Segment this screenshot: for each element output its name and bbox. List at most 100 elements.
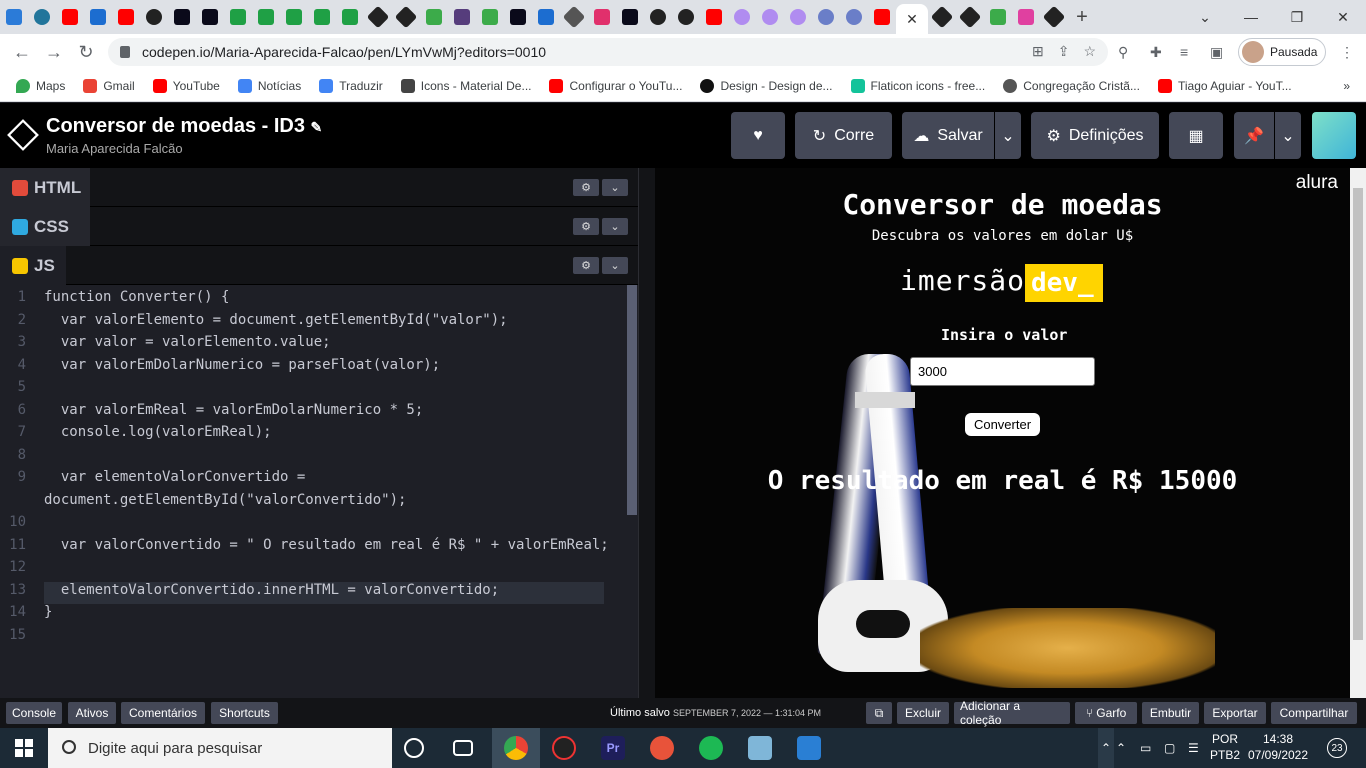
recorder-icon[interactable] (552, 736, 576, 760)
profile-button[interactable]: Pausada (1238, 38, 1326, 66)
tab-favicon[interactable] (504, 0, 532, 34)
pen-author[interactable]: Maria Aparecida Falcão (46, 141, 183, 156)
tab-favicon[interactable] (56, 0, 84, 34)
display-icon[interactable]: ▢ (1164, 728, 1175, 768)
bookmark-item[interactable]: Congregação Cristã... (1003, 78, 1140, 93)
tab-favicon[interactable] (784, 0, 812, 34)
pane-resize-handle[interactable] (638, 168, 655, 698)
minimize-icon[interactable]: — (1228, 0, 1274, 34)
tab-favicon[interactable] (364, 0, 392, 34)
layout-button[interactable]: ▦ (1169, 112, 1223, 159)
wifi-icon[interactable]: ☰ (1188, 728, 1199, 768)
assets-button[interactable]: Ativos (68, 702, 116, 724)
premiere-icon[interactable]: Pr (601, 736, 625, 760)
valor-input[interactable]: 3000 (910, 357, 1095, 386)
shortcuts-button[interactable]: Shortcuts (211, 702, 278, 724)
tab-favicon[interactable] (224, 0, 252, 34)
tab-favicon[interactable] (168, 0, 196, 34)
heart-button[interactable]: ♥ (731, 112, 785, 159)
tab-favicon[interactable] (420, 0, 448, 34)
battery-icon[interactable]: ▭ (1140, 728, 1151, 768)
tab-favicon[interactable] (560, 0, 588, 34)
tab-favicon[interactable] (532, 0, 560, 34)
puzzle-icon[interactable]: ✚ (1150, 44, 1162, 61)
pin-dropdown-button[interactable]: ⌄ (1275, 112, 1301, 159)
scrollbar-thumb[interactable] (1353, 188, 1363, 640)
css-settings-gear-icon[interactable]: ⚙ (573, 218, 599, 235)
settings-button[interactable]: ⚙ Definições (1031, 112, 1159, 159)
maximize-icon[interactable]: ❐ (1274, 0, 1320, 34)
codepen-logo-icon[interactable] (7, 119, 39, 151)
comments-button[interactable]: Comentários (121, 702, 205, 724)
media-queue-icon[interactable]: ≡ (1180, 44, 1188, 60)
tab-favicon[interactable] (448, 0, 476, 34)
url-field[interactable]: codepen.io/Maria-Aparecida-Falcao/pen/LY… (108, 38, 1108, 66)
tab-favicon[interactable] (728, 0, 756, 34)
tab-favicon[interactable] (84, 0, 112, 34)
fork-button[interactable]: ⑂ Garfo (1075, 702, 1137, 724)
bookmark-item[interactable]: Flaticon icons - free... (850, 78, 985, 93)
tab-favicon[interactable] (336, 0, 364, 34)
editor-scrollbar[interactable] (627, 285, 637, 515)
tab-favicon[interactable] (0, 0, 28, 34)
side-panel-icon[interactable]: ▣ (1210, 44, 1223, 61)
save-dropdown-button[interactable]: ⌄ (995, 112, 1021, 159)
tab-favicon[interactable] (812, 0, 840, 34)
menu-kebab-icon[interactable]: ⋮ (1340, 44, 1354, 61)
more-bookmarks-icon[interactable]: » (1343, 79, 1350, 93)
console-button[interactable]: Console (6, 702, 62, 724)
bookmark-star-icon[interactable]: ☆ (1083, 43, 1096, 60)
bookmark-item[interactable]: Configurar o YouTu... (549, 78, 682, 93)
notifications-button[interactable]: 23 (1322, 728, 1352, 768)
tab-html[interactable]: HTML (0, 168, 90, 207)
tab-favicon[interactable] (140, 0, 168, 34)
tab-favicon[interactable] (700, 0, 728, 34)
tab-favicon[interactable] (112, 0, 140, 34)
tab-favicon[interactable] (588, 0, 616, 34)
spotify-icon[interactable] (699, 736, 723, 760)
bookmark-item[interactable]: Tiago Aguiar - YouT... (1157, 78, 1292, 93)
pen-title[interactable]: Conversor de moedas - ID3 ✎ (46, 115, 322, 138)
tab-favicon[interactable] (1012, 0, 1040, 34)
back-arrow-icon[interactable]: ← (6, 42, 38, 63)
tab-favicon[interactable] (756, 0, 784, 34)
tab-favicon[interactable] (868, 0, 896, 34)
share-icon[interactable]: ⇪ (1058, 43, 1070, 60)
delete-button[interactable]: Excluir (897, 702, 949, 724)
tab-favicon[interactable] (252, 0, 280, 34)
bookmark-item[interactable]: Maps (16, 78, 65, 93)
tab-js[interactable]: JS (0, 246, 66, 285)
tab-favicon[interactable] (928, 0, 956, 34)
tab-css[interactable]: CSS (0, 207, 90, 246)
reload-icon[interactable]: ↻ (70, 42, 102, 63)
tab-favicon[interactable] (476, 0, 504, 34)
show-more-tray-icon[interactable]: ⌃ (1098, 728, 1114, 768)
photos-icon[interactable] (797, 736, 821, 760)
open-external-icon[interactable]: ⧉ (866, 702, 892, 724)
tab-search-chevron-icon[interactable]: ⌄ (1182, 0, 1228, 34)
share-button[interactable]: Compartilhar (1271, 702, 1357, 724)
forward-arrow-icon[interactable]: → (38, 42, 70, 63)
bookmark-item[interactable]: Gmail (83, 78, 135, 93)
edit-pencil-icon[interactable]: ✎ (311, 119, 323, 135)
app-icon[interactable] (650, 736, 674, 760)
tab-favicon[interactable] (1040, 0, 1068, 34)
run-button[interactable]: ↻ Corre (795, 112, 892, 159)
js-settings-gear-icon[interactable]: ⚙ (573, 257, 599, 274)
bookmark-item[interactable]: Design - Design de... (700, 78, 833, 93)
bookmark-item[interactable]: YouTube (152, 78, 220, 93)
translate-icon[interactable]: ⊞ (1032, 43, 1044, 60)
cortana-icon[interactable] (404, 738, 424, 758)
tab-favicon[interactable] (616, 0, 644, 34)
pin-button[interactable]: 📌 (1234, 112, 1274, 159)
tab-favicon[interactable] (840, 0, 868, 34)
preview-scrollbar[interactable] (1350, 168, 1366, 698)
tab-favicon[interactable] (196, 0, 224, 34)
export-button[interactable]: Exportar (1204, 702, 1266, 724)
tab-favicon[interactable] (644, 0, 672, 34)
html-settings-gear-icon[interactable]: ⚙ (573, 179, 599, 196)
converter-button[interactable]: Converter (965, 413, 1040, 436)
add-to-collection-button[interactable]: Adicionar a coleção (954, 699, 1070, 727)
html-collapse-chevron-icon[interactable]: ⌄ (602, 179, 628, 196)
bookmark-item[interactable]: Icons - Material De... (400, 78, 531, 93)
